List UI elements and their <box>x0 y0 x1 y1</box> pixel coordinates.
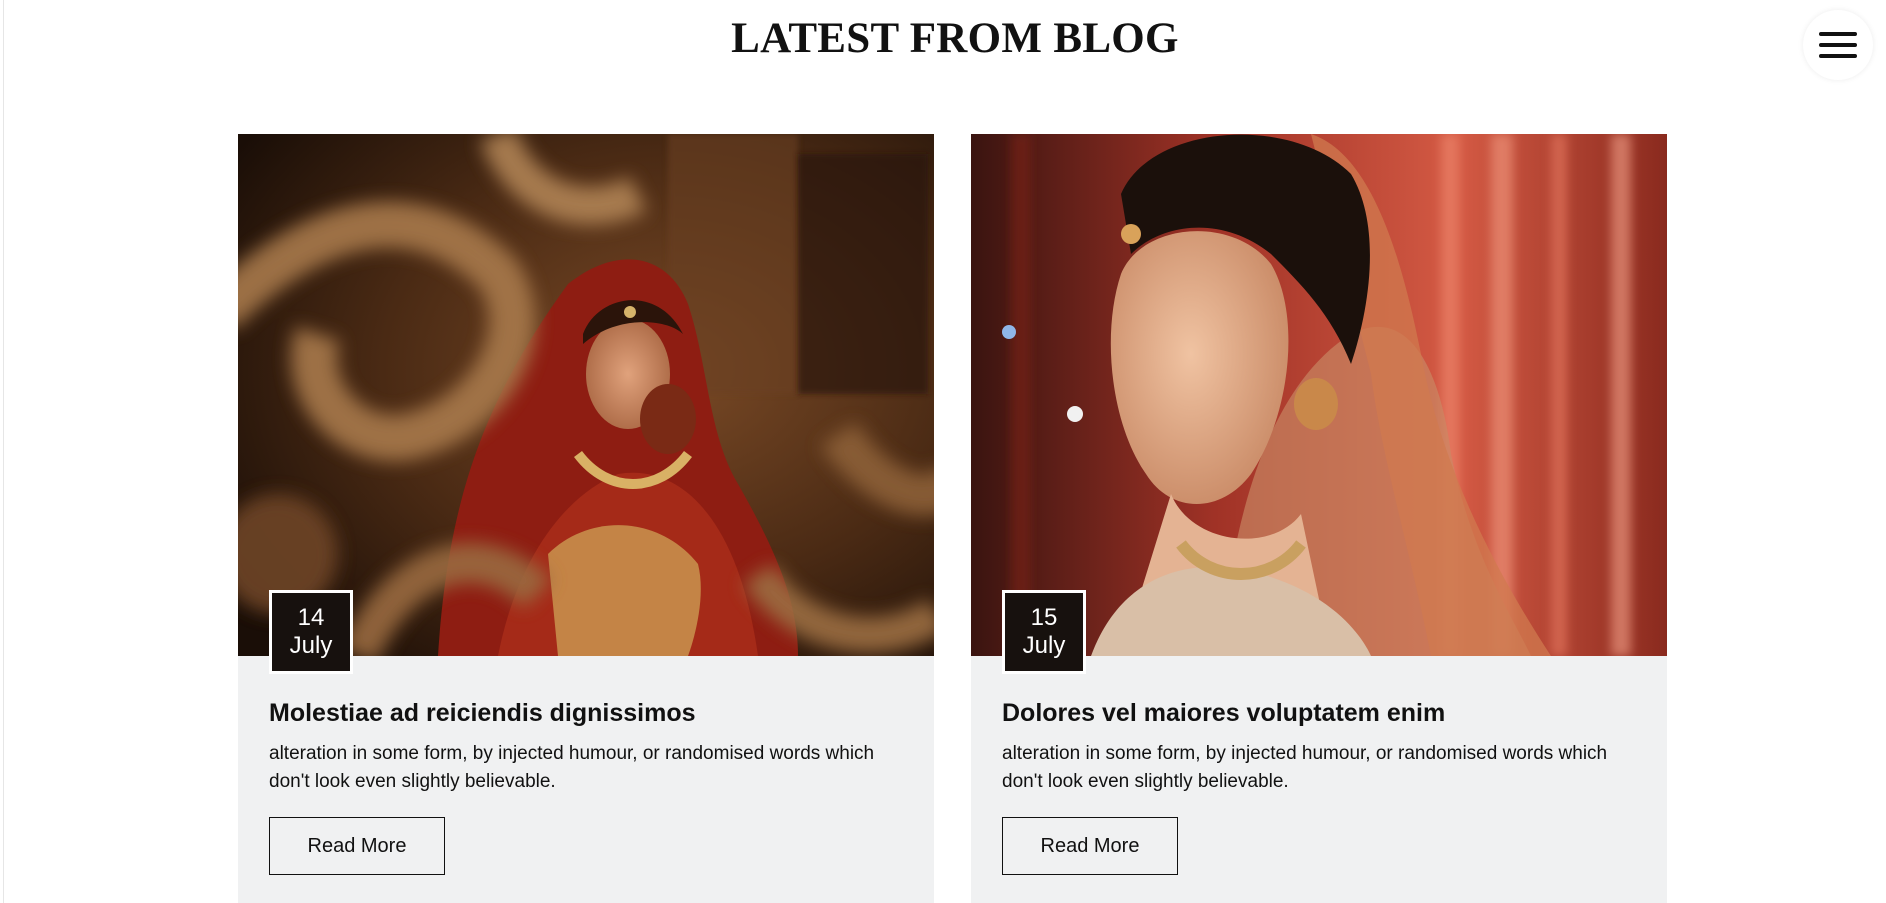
post-date-badge: 14 July <box>269 590 353 674</box>
bride-photo-2 <box>971 134 1667 656</box>
post-excerpt: alteration in some form, by injected hum… <box>1002 743 1608 792</box>
blog-card: 14 July Molestiae ad reiciendis dignissi… <box>238 134 934 903</box>
post-title[interactable]: Molestiae ad reiciendis dignissimos <box>269 699 696 728</box>
section-title: LATEST FROM BLOG <box>0 14 1886 63</box>
read-more-button[interactable]: Read More <box>269 817 445 875</box>
read-more-button[interactable]: Read More <box>1002 817 1178 875</box>
post-title[interactable]: Dolores vel maiores voluptatem enim <box>1002 699 1445 728</box>
blog-card-image[interactable] <box>971 134 1667 656</box>
bride-photo-1 <box>238 134 934 656</box>
menu-bar <box>1819 32 1857 36</box>
menu-bar <box>1819 43 1857 47</box>
blog-card-image[interactable] <box>238 134 934 656</box>
hamburger-menu-button[interactable] <box>1803 10 1873 80</box>
post-date-day: 14 <box>297 604 325 631</box>
menu-bar <box>1819 54 1857 58</box>
post-excerpt: alteration in some form, by injected hum… <box>269 743 875 792</box>
post-date-month: July <box>1022 632 1066 659</box>
post-date-badge: 15 July <box>1002 590 1086 674</box>
post-date-day: 15 <box>1030 604 1058 631</box>
section-title-text: LATEST FROM BLOG <box>731 15 1179 62</box>
post-date-month: July <box>289 632 333 659</box>
page-left-border <box>3 0 4 903</box>
blog-card: 15 July Dolores vel maiores voluptatem e… <box>971 134 1667 903</box>
hamburger-menu-icon <box>1819 32 1857 58</box>
